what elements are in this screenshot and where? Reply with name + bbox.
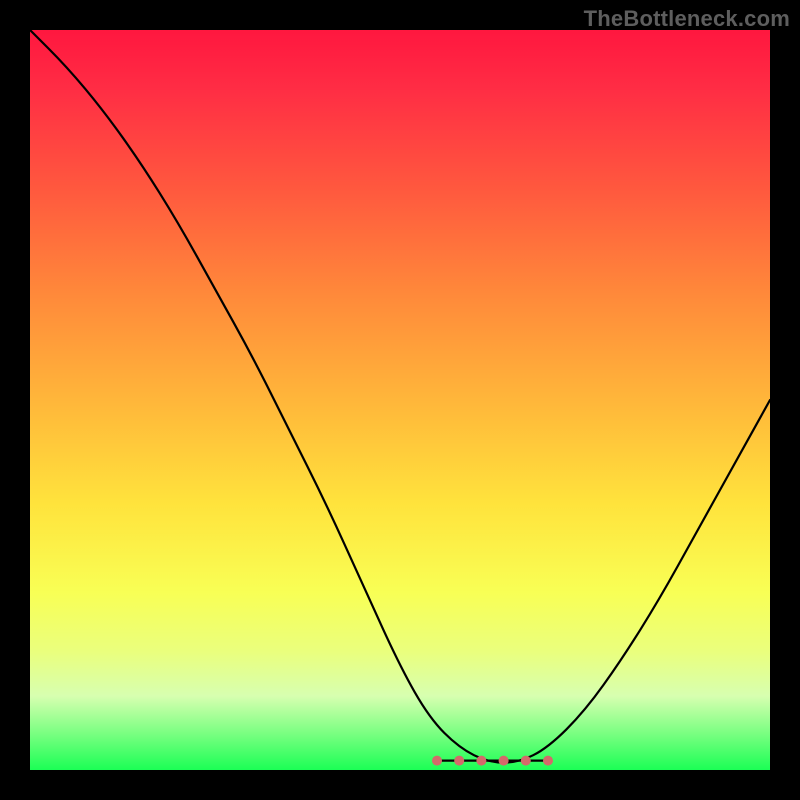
chart-frame: TheBottleneck.com bbox=[0, 0, 800, 800]
plot-area bbox=[30, 30, 770, 770]
bottleneck-curve-svg bbox=[30, 30, 770, 770]
trough-dot bbox=[454, 756, 464, 766]
trough-dot bbox=[476, 756, 486, 766]
trough-dot bbox=[521, 756, 531, 766]
watermark-text: TheBottleneck.com bbox=[584, 6, 790, 32]
bottleneck-curve bbox=[30, 30, 770, 763]
trough-dot bbox=[499, 756, 509, 766]
trough-dot bbox=[543, 756, 553, 766]
trough-dot bbox=[432, 756, 442, 766]
